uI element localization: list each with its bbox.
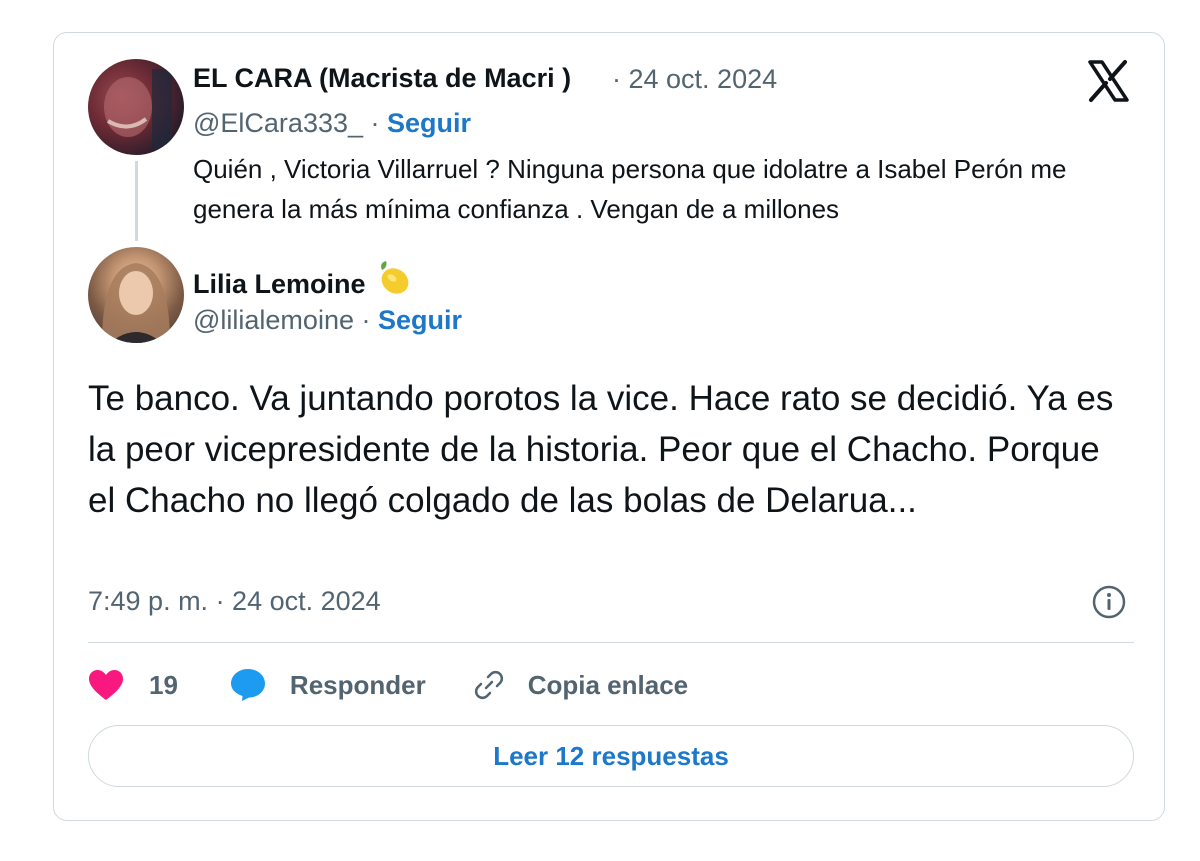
follow-button-el-cara[interactable]: Seguir [387,108,471,138]
read-replies-button[interactable]: Leer 12 respuestas [88,725,1134,787]
reply-label: Responder [289,669,426,700]
copy-link-button[interactable]: Copia enlace [472,668,688,702]
reply-author-name[interactable]: Lilia Lemoine [193,269,366,299]
avatar-lilia-lemoine[interactable] [88,247,184,343]
like-count: 19 [149,669,178,700]
quoted-author-name[interactable]: EL CARA (Macrista de Macri ) [193,63,571,94]
reply-author-name-row: Lilia Lemoine [193,259,412,300]
tweet-timestamp[interactable]: 7:49 p. m. · 24 oct. 2024 [88,586,381,617]
tweet-embed-card: EL CARA (Macrista de Macri ) · 24 oct. 2… [53,32,1165,821]
speech-bubble-icon [230,669,265,701]
heart-icon [89,670,123,700]
avatar-el-cara[interactable] [88,59,184,155]
reply-button[interactable]: Responder [230,668,426,702]
quoted-tweet-text: Quién , Victoria Villarruel ? Ninguna pe… [193,154,1067,224]
info-icon[interactable] [1091,584,1127,620]
divider [88,642,1134,643]
thread-connector-line [135,161,138,241]
reply-author-handle-row: @lilialemoine · Seguir [193,305,462,336]
lemon-icon [380,261,408,294]
quoted-author-handle[interactable]: @ElCara333_ · [193,108,380,138]
reply-tweet-text: Te banco. Va juntando porotos la vice. H… [88,379,1114,520]
read-replies-label: Leer 12 respuestas [493,740,729,771]
copy-link-label: Copia enlace [527,669,689,700]
quoted-author-handle-row: @ElCara333_ · Seguir [193,108,471,139]
quoted-tweet-date[interactable]: · 24 oct. 2024 [612,64,777,95]
reply-author-handle[interactable]: @lilialemoine · [193,305,370,335]
follow-button-lilia[interactable]: Seguir [378,305,462,335]
link-icon [474,670,503,700]
action-bar: 19 Responder Copia enlace [88,665,688,705]
x-logo-icon[interactable] [1086,59,1130,103]
like-button[interactable]: 19 [88,669,178,701]
